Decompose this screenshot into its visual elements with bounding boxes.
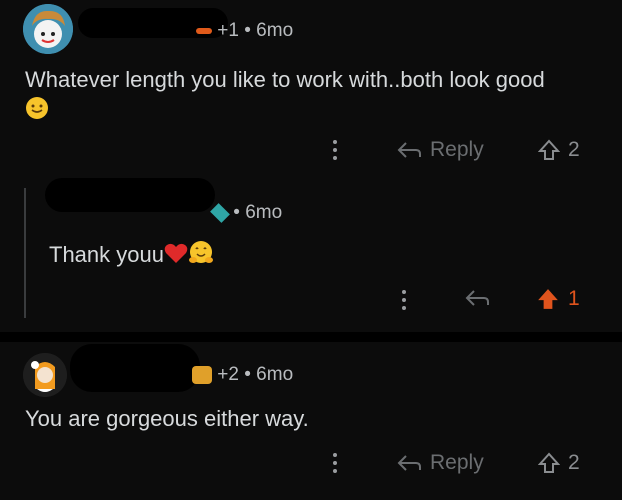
reply-button[interactable]: Reply [396, 451, 484, 475]
reply-meta: • 6mo [210, 202, 283, 224]
comment-2: +2 • 6mo You are gorgeous either way. Re… [0, 342, 622, 500]
avatar[interactable] [23, 4, 73, 54]
separator-dot: • [233, 202, 246, 223]
reply-arrow-icon [397, 455, 421, 471]
heart-emoji [164, 242, 188, 270]
reply-button[interactable]: Reply [396, 138, 484, 162]
redacted-username [45, 178, 215, 212]
redacted-username [70, 344, 200, 392]
separator-dot: • [244, 20, 257, 41]
reply-time: 6mo [245, 202, 283, 223]
comment-separator [0, 332, 622, 342]
upvote-arrow-icon [538, 139, 560, 160]
thread-line[interactable] [24, 188, 26, 318]
reply-text: Thank youu [49, 240, 214, 272]
separator-dot: • [244, 364, 257, 385]
comment-text: Whatever length you like to work with..b… [25, 67, 545, 126]
user-flair: +2 [217, 364, 239, 385]
comment-text: You are gorgeous either way. [25, 406, 309, 431]
vote-count: 1 [568, 287, 580, 310]
user-flair: +1 [217, 20, 239, 41]
comment-time: 6mo [256, 20, 294, 41]
more-dots-icon[interactable] [333, 453, 337, 477]
upvote-button[interactable]: 1 [536, 287, 580, 311]
award-icon [210, 203, 230, 223]
upvote-button[interactable]: 2 [538, 451, 580, 475]
reply-label: Reply [430, 451, 484, 474]
comment-1: +1 • 6mo Whatever length you like to wor… [0, 0, 622, 332]
upvote-button[interactable]: 2 [538, 138, 580, 162]
reply-arrow-icon [397, 142, 421, 158]
reply-button[interactable] [464, 288, 490, 308]
comment-meta: +2 • 6mo [192, 364, 293, 386]
hugging-face-emoji [188, 240, 214, 272]
avatar[interactable] [23, 353, 67, 397]
reply-label: Reply [430, 138, 484, 161]
comment-meta: +1 • 6mo [196, 20, 293, 42]
vote-count: 2 [568, 451, 580, 474]
smiley-emoji [25, 96, 49, 126]
more-dots-icon[interactable] [333, 140, 337, 164]
upvote-arrow-icon [538, 289, 558, 309]
vote-count: 2 [568, 138, 580, 161]
award-icon [196, 27, 212, 34]
comment-time: 6mo [256, 364, 294, 385]
award-icon [192, 365, 212, 384]
upvote-arrow-icon [538, 452, 560, 473]
reply-arrow-icon [465, 290, 489, 306]
more-dots-icon[interactable] [402, 290, 406, 314]
